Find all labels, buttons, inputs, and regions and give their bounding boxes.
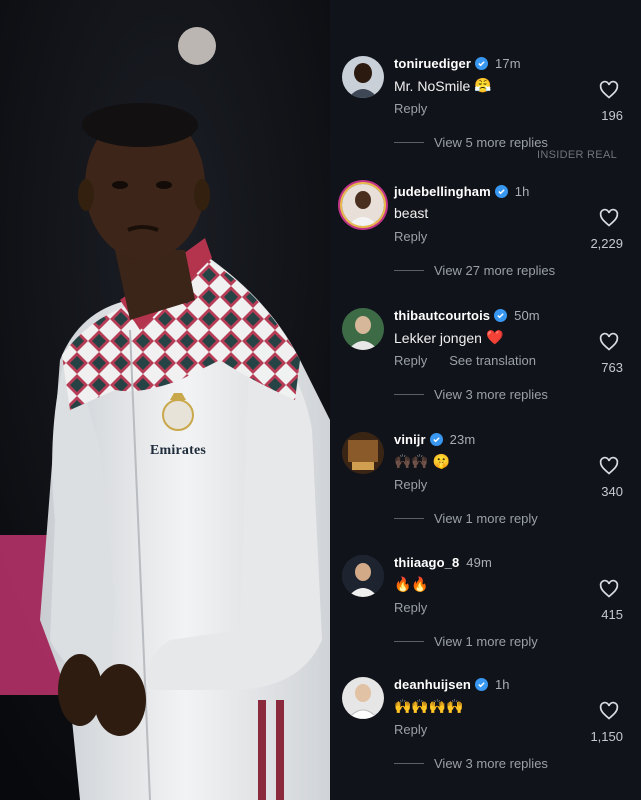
username[interactable]: thibautcourtois — [394, 308, 490, 323]
username[interactable]: vinijr — [394, 432, 426, 447]
comment-text: Mr. NoSmile 😤 — [394, 77, 492, 94]
username-row: judebellingham 1h — [394, 184, 529, 199]
heart-icon[interactable] — [599, 456, 619, 476]
thread-line — [394, 142, 424, 143]
username-row: deanhuijsen 1h — [394, 677, 510, 692]
comments-panel: INSIDER REAL toniruediger 17m Mr. NoSmil… — [330, 0, 641, 800]
comment-text: 🙌🙌🙌🙌 — [394, 698, 464, 715]
comment-emoji: 😤 — [474, 77, 492, 93]
verified-badge-icon — [429, 433, 443, 446]
timestamp: 1h — [494, 677, 510, 692]
comment-item: toniruediger 17m Mr. NoSmile 😤 Reply 196… — [330, 44, 641, 150]
avatar[interactable] — [342, 677, 384, 719]
verified-badge-icon — [474, 678, 488, 691]
username-row: vinijr 23m — [394, 432, 475, 447]
thread-line — [394, 641, 424, 642]
comment-item: deanhuijsen 1h 🙌🙌🙌🙌 Reply 1,150 View 3 m… — [330, 665, 641, 771]
comment-text: Lekker jongen ❤️ — [394, 329, 503, 346]
sponsor-text: Emirates — [150, 443, 207, 458]
view-more-replies[interactable]: View 3 more replies — [394, 387, 548, 402]
comment-body: Lekker jongen — [394, 329, 482, 346]
view-more-replies[interactable]: View 3 more replies — [394, 756, 548, 771]
username-row: thibautcourtois 50m — [394, 308, 540, 323]
see-translation-button[interactable]: See translation — [449, 353, 536, 368]
comment-text: 🔥🔥 — [394, 576, 429, 593]
thread-line — [394, 518, 424, 519]
reply-button[interactable]: Reply — [394, 477, 427, 492]
reply-button[interactable]: Reply — [394, 722, 427, 737]
verified-badge-icon — [494, 309, 508, 322]
comment-actions: Reply — [394, 229, 427, 244]
view-more-replies[interactable]: View 27 more replies — [394, 263, 555, 278]
avatar[interactable] — [342, 555, 384, 597]
avatar[interactable] — [342, 184, 384, 226]
comment-item: judebellingham 1h beast Reply 2,229 View… — [330, 172, 641, 278]
view-more-replies[interactable]: View 1 more reply — [394, 511, 538, 526]
player-illustration — [0, 0, 330, 800]
avatar[interactable] — [342, 56, 384, 98]
thread-line — [394, 763, 424, 764]
real-madrid-crest-icon — [162, 399, 194, 431]
stadium-light — [178, 27, 216, 65]
comment-body: beast — [394, 205, 429, 221]
thread-line — [394, 270, 424, 271]
view-more-label: View 1 more reply — [434, 511, 538, 526]
view-more-label: View 3 more replies — [434, 387, 548, 402]
like-count: 1,150 — [590, 729, 623, 744]
username[interactable]: judebellingham — [394, 184, 491, 199]
comment-emoji: ❤️ — [485, 329, 504, 345]
username-row: toniruediger 17m — [394, 56, 521, 71]
comment-emoji: 🙌🏿🙌🏿 🤫 — [394, 453, 451, 469]
like-count: 340 — [601, 484, 623, 499]
comment-item: vinijr 23m 🙌🏿🙌🏿 🤫 Reply 340 View 1 more … — [330, 420, 641, 526]
username-row: thiiaago_8 49m — [394, 555, 492, 570]
timestamp: 49m — [466, 555, 492, 570]
view-more-label: View 3 more replies — [434, 756, 548, 771]
comment-text: 🙌🏿🙌🏿 🤫 — [394, 453, 450, 470]
like-count: 2,229 — [590, 236, 623, 251]
comment-item: thibautcourtois 50m Lekker jongen ❤️ Rep… — [330, 296, 641, 402]
avatar[interactable] — [342, 308, 384, 350]
comment-actions: Reply — [394, 101, 427, 116]
like-count: 763 — [601, 360, 623, 375]
reply-button[interactable]: Reply — [394, 229, 427, 244]
avatar[interactable] — [342, 432, 384, 474]
comment-actions: Reply — [394, 477, 427, 492]
heart-icon[interactable] — [599, 701, 619, 721]
comment-text: beast — [394, 205, 428, 221]
watermark: INSIDER REAL — [536, 149, 617, 161]
view-more-replies[interactable]: View 1 more reply — [394, 634, 538, 649]
timestamp: 50m — [514, 308, 540, 323]
view-more-label: View 5 more replies — [434, 135, 548, 150]
view-more-replies[interactable]: View 5 more replies — [394, 135, 548, 150]
username[interactable]: toniruediger — [394, 56, 471, 71]
username[interactable]: thiiaago_8 — [394, 555, 459, 570]
comment-actions: Reply — [394, 600, 427, 615]
comment-emoji: 🔥🔥 — [394, 576, 429, 592]
comment-actions: Reply — [394, 722, 427, 737]
comment-item: thiiaago_8 49m 🔥🔥 Reply 415 View 1 more … — [330, 543, 641, 649]
heart-icon[interactable] — [599, 579, 619, 599]
like-count: 415 — [601, 607, 623, 622]
timestamp: 23m — [449, 432, 476, 447]
comment-emoji: 🙌🙌🙌🙌 — [394, 698, 464, 714]
view-more-label: View 1 more reply — [434, 634, 538, 649]
reply-button[interactable]: Reply — [394, 353, 427, 368]
view-more-label: View 27 more replies — [434, 263, 556, 278]
reply-button[interactable]: Reply — [394, 600, 427, 615]
heart-icon[interactable] — [599, 80, 619, 100]
verified-badge-icon — [475, 57, 489, 70]
heart-icon[interactable] — [599, 332, 619, 352]
timestamp: 1h — [514, 184, 530, 199]
timestamp: 17m — [495, 56, 521, 71]
heart-icon[interactable] — [599, 208, 619, 228]
verified-badge-icon — [494, 185, 508, 198]
comment-body: Mr. NoSmile — [394, 77, 471, 94]
username[interactable]: deanhuijsen — [394, 677, 471, 692]
thread-line — [394, 394, 424, 395]
comment-actions: Reply See translation — [394, 353, 536, 368]
like-count: 196 — [601, 108, 623, 123]
player-photo: Emirates — [0, 0, 330, 800]
reply-button[interactable]: Reply — [394, 101, 427, 116]
